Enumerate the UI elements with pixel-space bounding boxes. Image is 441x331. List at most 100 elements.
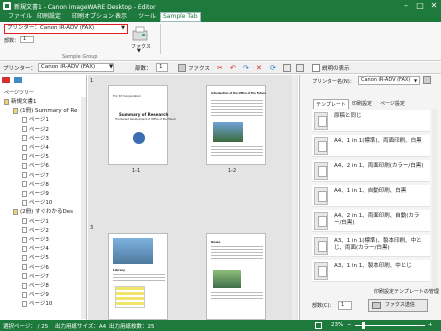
tab-sample[interactable]: Sample Tab: [160, 12, 201, 22]
page-icon: [22, 172, 27, 179]
tree-chapter-item[interactable]: (1冊) Summary of Re: [13, 107, 77, 116]
preview-scrollbar[interactable]: [292, 75, 297, 320]
maximize-button[interactable]: □: [413, 0, 427, 12]
template-label: A3、1 in 1、製本印刷、中とじ: [334, 263, 412, 269]
delete-icon[interactable]: ✕: [256, 64, 264, 72]
right-copies-label: 部数(C)：: [312, 303, 335, 309]
tree-page-item[interactable]: ページ9: [22, 291, 49, 300]
ribbon-fax-dropdown-icon[interactable]: ▼: [137, 48, 141, 54]
right-copies-input[interactable]: 1: [338, 301, 352, 310]
template-item[interactable]: A3、1 in 1、製本印刷、中とじ: [312, 260, 430, 282]
template-item[interactable]: A3、1 in 1(標準)、製本印刷、中とじ、両面(カラー/白黒): [312, 235, 430, 257]
ribbon-copies-input[interactable]: 1: [20, 36, 34, 43]
tree-page-item[interactable]: ページ4: [22, 245, 49, 254]
page-thumbnail-3[interactable]: Library: [108, 233, 168, 320]
page-icon: [22, 218, 27, 225]
template-label: A4、2 in 1、両面印刷(カラー/白黒): [334, 163, 424, 169]
scissors-icon[interactable]: ✂: [217, 64, 225, 72]
menu-file[interactable]: ファイル: [6, 13, 34, 21]
data-table: [115, 286, 145, 308]
template-item[interactable]: A4、1 in 1、自動印刷、白黒: [312, 185, 430, 207]
tree-page-item[interactable]: ページ8: [22, 181, 49, 190]
template-icon: [314, 262, 328, 280]
fax-icon[interactable]: [178, 64, 186, 72]
zoom-out-icon[interactable]: −: [347, 322, 352, 328]
toolbar-preview-label[interactable]: 説明の表示: [322, 64, 350, 72]
template-label: A4、1 in 1(標準)、両面印刷、白黒: [334, 138, 422, 144]
page-icon: [22, 144, 27, 151]
redo-icon[interactable]: ↷: [243, 64, 251, 72]
tree-page-item[interactable]: ページ1: [22, 116, 49, 125]
tree-scrollbar[interactable]: [81, 97, 86, 319]
close-button[interactable]: ✕: [427, 0, 441, 12]
page-4-text-bottom: [207, 290, 267, 301]
page-number-1: 1: [90, 78, 94, 84]
page-icon[interactable]: [283, 64, 291, 72]
tree-item-label: ページ1: [29, 218, 49, 225]
template-manage-link[interactable]: 印刷設定テンプレートの管理: [374, 288, 439, 295]
page-thumbnail-2[interactable]: Introduction of the Office of the Future: [206, 85, 266, 165]
tree-page-item[interactable]: ページ8: [22, 282, 49, 291]
thumbnail-view-icon[interactable]: [14, 77, 22, 83]
menu-print-options[interactable]: 印刷オプション: [70, 13, 116, 21]
tree-page-item[interactable]: ページ4: [22, 144, 49, 153]
logo-image: [133, 132, 145, 144]
ribbon-divider: [160, 24, 161, 54]
tree-page-item[interactable]: ページ3: [22, 135, 49, 144]
menu-view[interactable]: 表示: [113, 13, 129, 21]
preview-toggle-icon[interactable]: [312, 64, 320, 72]
template-item[interactable]: A4、2 in 1、両面印刷(カラー/白黒): [312, 160, 430, 182]
toolbar-fax-label[interactable]: ファクス: [188, 64, 210, 72]
undo-icon[interactable]: ↶: [230, 64, 238, 72]
template-scrollbar[interactable]: [432, 109, 437, 289]
page-icon: [22, 181, 27, 188]
minimize-button[interactable]: –: [399, 0, 413, 12]
tab-page-settings[interactable]: ページ設定: [378, 99, 407, 108]
tree-page-item[interactable]: ページ7: [22, 172, 49, 181]
tree-page-item[interactable]: ページ9: [22, 190, 49, 199]
tree-page-item[interactable]: ページ1: [22, 218, 49, 227]
ribbon-fax-button[interactable]: [131, 26, 149, 42]
tree-view-icon[interactable]: [2, 77, 10, 83]
tree-page-item[interactable]: ページ6: [22, 162, 49, 171]
page-thumbnail-1[interactable]: For ST Corporation Summary of Research T…: [108, 85, 176, 165]
page-icon: [22, 116, 27, 123]
menu-print-settings[interactable]: 印刷設定: [35, 13, 63, 21]
printer-properties-icon[interactable]: [423, 76, 431, 84]
tree-page-item[interactable]: ページ5: [22, 254, 49, 263]
toolbar-copies-input[interactable]: 1: [156, 63, 168, 72]
right-printer-select[interactable]: Canon iR-ADV (FAX): [358, 76, 420, 85]
fit-page-icon[interactable]: [315, 322, 322, 329]
tree-page-item[interactable]: ページ6: [22, 264, 49, 273]
template-item[interactable]: 原稿と同じ: [312, 110, 430, 132]
zoom-slider-thumb[interactable]: [362, 322, 365, 329]
template-item[interactable]: A4、1 in 1(標準)、両面印刷、白黒: [312, 135, 430, 157]
tree-item-label: (1冊) Summary of Re: [20, 108, 78, 115]
tree-chapter-item[interactable]: (2冊) すぐわかるDes: [13, 208, 73, 217]
tree-page-item[interactable]: ページ10: [22, 199, 52, 208]
page-thumbnail-4[interactable]: Noise: [206, 233, 266, 320]
tree-page-item[interactable]: ページ2: [22, 126, 49, 135]
toolbar-printer-select[interactable]: Canon iR-ADV (FAX): [38, 63, 114, 72]
tree-item-label: ページ7: [29, 273, 49, 280]
chevron-down-icon: ▼: [414, 78, 418, 83]
tree-item-label: ページ5: [29, 154, 49, 161]
page-2-text-bottom: [207, 144, 267, 158]
tree-page-item[interactable]: ページ7: [22, 273, 49, 282]
tree-page-item[interactable]: ページ2: [22, 227, 49, 236]
tab-print-settings[interactable]: 印刷設定: [350, 99, 374, 108]
zoom-in-icon[interactable]: +: [428, 322, 433, 328]
status-output-size: 出力用紙サイズ：A4: [55, 324, 107, 330]
rotate-icon[interactable]: ⟳: [270, 64, 278, 72]
tree-page-item[interactable]: ページ3: [22, 236, 49, 245]
ribbon-printer-select[interactable]: プリンター：Canon iR-ADV (FAX) ▼: [4, 24, 128, 34]
tree-page-item[interactable]: ページ10: [22, 300, 52, 309]
fax-icon: [132, 26, 148, 41]
layout-icon[interactable]: [296, 64, 304, 72]
tab-template[interactable]: テンプレート: [313, 99, 349, 109]
tree-document-item[interactable]: 新規文書1: [4, 98, 37, 107]
tree-page-item[interactable]: ページ5: [22, 153, 49, 162]
zoom-slider[interactable]: [355, 325, 425, 326]
template-item[interactable]: A4、2 in 1、両面印刷、自動(カラー/白黒): [312, 210, 430, 232]
menu-tools[interactable]: ツール: [136, 13, 158, 21]
